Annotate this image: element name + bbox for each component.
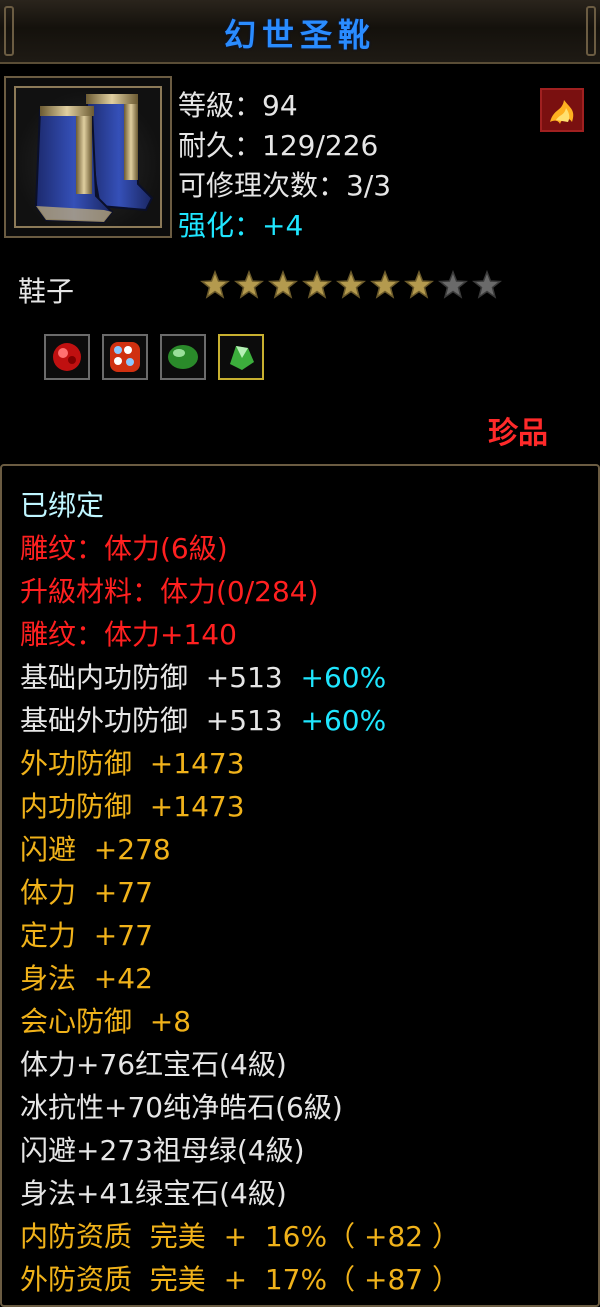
basic-inner-defense-pct: +60% [300, 661, 387, 694]
durability-stat: 耐久：129/226 [178, 129, 379, 162]
repair-count-stat: 可修理次数：3/3 [178, 169, 392, 202]
focus-line: 定力 +77 [20, 919, 153, 952]
rarity-label: 珍品 [488, 416, 548, 451]
crit-defense-line: 会心防御 +8 [20, 1005, 192, 1038]
star-filled-icon [200, 270, 230, 299]
basic-outer-defense-line: 基础外功防御 +513 +60% [20, 701, 386, 741]
basic-inner-defense-value: 基础内功防御 +513 [20, 661, 283, 694]
item-title: 幻世圣靴 [223, 16, 376, 54]
item-header: 等級：94 耐久：129/226 可修理次数：3/3 强化：+4 鞋子 珍品 [0, 66, 600, 462]
outer-defense-line: 外功防御 +1473 [20, 747, 245, 780]
item-icon-frame [4, 76, 172, 238]
basic-inner-defense-line: 基础内功防御 +513 +60% [20, 658, 386, 698]
inner-quality-line: 内防资质 完美 + 16%（ +82 ） [20, 1220, 460, 1253]
attributes-panel: 已绑定 雕纹：体力(6級) 升級材料：体力(0/284) 雕纹：体力+140 基… [0, 464, 600, 1307]
green-crystal-icon[interactable] [218, 334, 264, 380]
dodge-line: 闪避 +278 [20, 833, 171, 866]
gem-slots [44, 334, 264, 380]
upgrade-material-line: 升級材料：体力(0/284) [20, 575, 319, 608]
star-empty-icon [438, 270, 468, 299]
title-bar-right-cap [586, 6, 596, 56]
star-filled-icon [302, 270, 332, 299]
title-bar: 幻世圣靴 [0, 0, 600, 64]
item-type: 鞋子 [18, 275, 75, 308]
engrave-bonus-line: 雕纹：体力+140 [20, 618, 237, 651]
star-filled-icon [336, 270, 366, 299]
gem-bonus-line: 体力+76红宝石(4級) [20, 1048, 287, 1081]
star-empty-icon [472, 270, 502, 299]
blue-boots-icon [14, 86, 162, 228]
engrave-line: 雕纹：体力(6級) [20, 532, 228, 565]
bound-status: 已绑定 [20, 489, 105, 522]
inner-defense-line: 内功防御 +1473 [20, 790, 245, 823]
star-rating [200, 270, 502, 300]
enhance-stat: 强化：+4 [178, 209, 304, 242]
gem-bonus-line: 身法+41绿宝石(4級) [20, 1177, 287, 1210]
basic-outer-defense-pct: +60% [300, 704, 387, 737]
green-gem-icon[interactable] [160, 334, 206, 380]
spotted-gem-icon[interactable] [102, 334, 148, 380]
star-filled-icon [268, 270, 298, 299]
level-stat: 等級：94 [178, 89, 298, 122]
red-gem-icon[interactable] [44, 334, 90, 380]
stamina-line: 体力 +77 [20, 876, 153, 909]
gem-bonus-line: 闪避+273祖母绿(4級) [20, 1134, 305, 1167]
basic-outer-defense-value: 基础外功防御 +513 [20, 704, 283, 737]
star-filled-icon [234, 270, 264, 299]
item-stats: 等級：94 耐久：129/226 可修理次数：3/3 强化：+4 [178, 86, 391, 246]
flame-icon [540, 88, 584, 132]
outer-quality-line: 外防资质 完美 + 17%（ +87 ） [20, 1263, 460, 1296]
star-filled-icon [370, 270, 400, 299]
gem-bonus-line: 冰抗性+70纯净皓石(6級) [20, 1091, 343, 1124]
star-filled-icon [404, 270, 434, 299]
agility-line: 身法 +42 [20, 962, 153, 995]
